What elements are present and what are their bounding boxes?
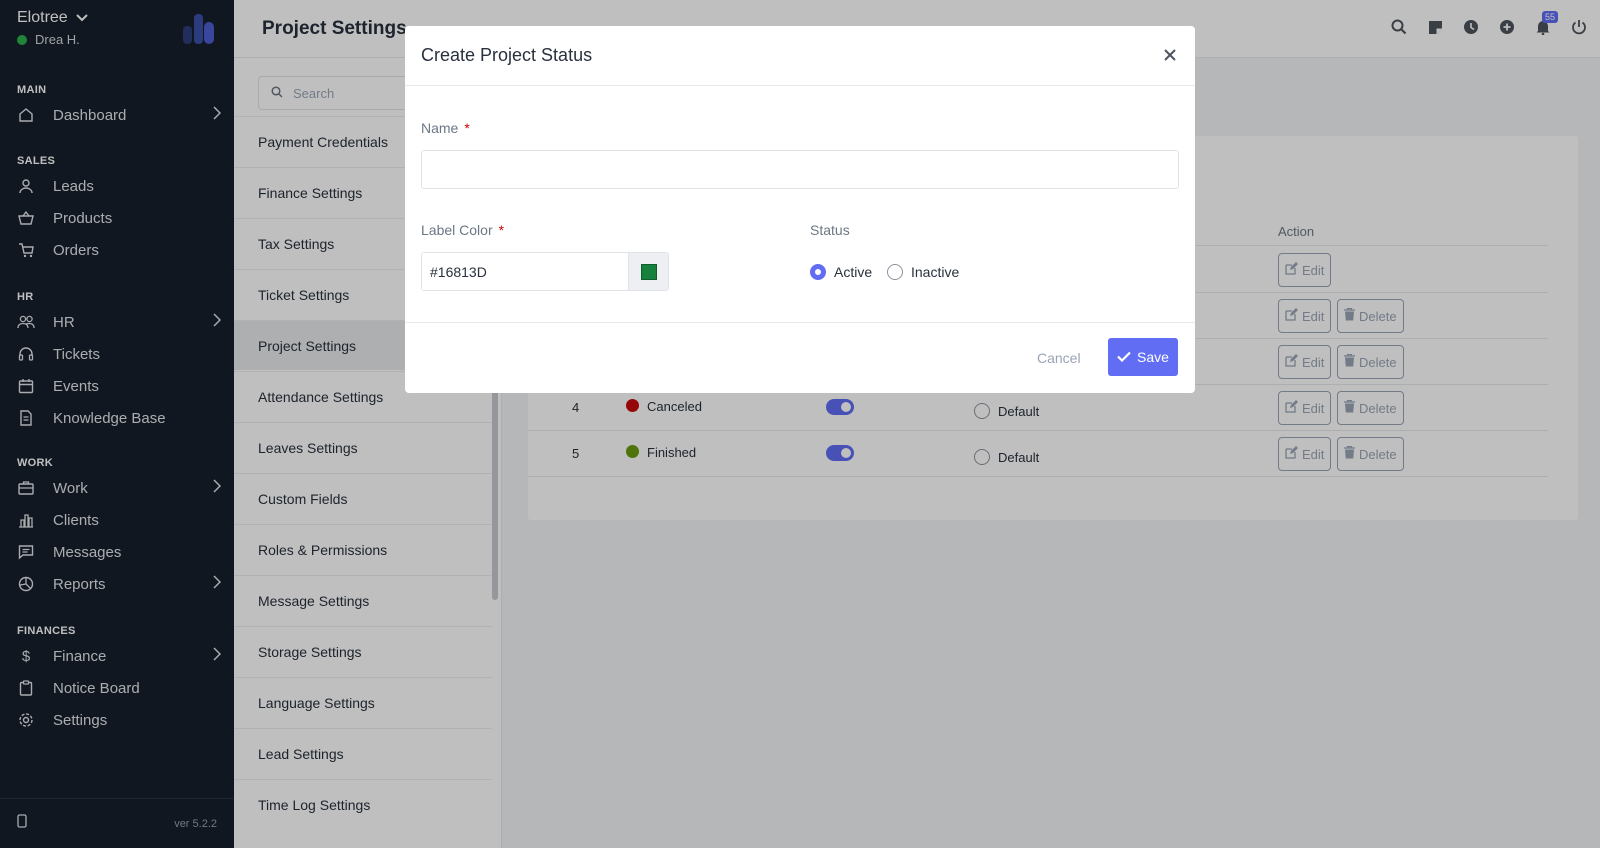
color-picker-button[interactable]: [628, 253, 668, 290]
radio-circle: [887, 264, 903, 280]
status-label: Status: [810, 222, 850, 238]
required-mark: *: [464, 120, 470, 136]
label-color-label: Label Color *: [421, 222, 505, 238]
label-color-input-group: [421, 252, 669, 291]
modal-footer: Cancel Save: [405, 322, 1195, 393]
close-icon[interactable]: [1159, 44, 1181, 66]
save-button[interactable]: Save: [1108, 338, 1178, 376]
modal-header: Create Project Status: [405, 26, 1195, 86]
status-inactive-radio[interactable]: Inactive: [887, 264, 959, 280]
color-swatch: [640, 263, 657, 280]
modal-title: Create Project Status: [421, 45, 593, 65]
label-color-field[interactable]: [422, 253, 628, 290]
name-label: Name *: [421, 120, 470, 136]
required-mark: *: [498, 222, 505, 238]
name-field[interactable]: [421, 150, 1179, 189]
radio-checked: [810, 264, 826, 280]
check-icon: [1117, 349, 1131, 365]
status-active-radio[interactable]: Active: [810, 264, 872, 280]
cancel-button[interactable]: Cancel: [1037, 350, 1081, 366]
create-project-status-modal: Create Project Status Name * Label Color *…: [405, 26, 1195, 393]
